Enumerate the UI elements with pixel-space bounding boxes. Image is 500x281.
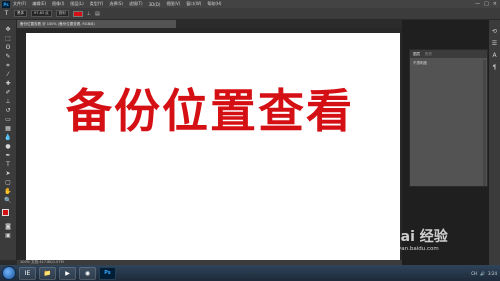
healing-tool-icon[interactable]: ✚ bbox=[3, 80, 13, 87]
type-tool-icon[interactable]: T bbox=[3, 10, 10, 17]
close-icon[interactable]: × bbox=[493, 1, 497, 7]
taskbar-photoshop[interactable]: Ps bbox=[99, 266, 116, 280]
toolbox: ✥ ⬚ ʘ ✎ ⌗ ⁄ ✚ ✐ ⊥ ↺ ▭ ▦ 💧 ● ✒ T ➤ ▢ ✋ 🔍 … bbox=[0, 20, 17, 260]
clock[interactable]: 3:24 bbox=[488, 271, 497, 276]
menu-layer[interactable]: 图层(L) bbox=[70, 1, 83, 7]
maximize-icon[interactable]: □ bbox=[484, 1, 489, 7]
options-bar: T 黑体 97.83 点 锐利 ⊥ ▤ bbox=[0, 8, 500, 20]
photoshop-logo: Ps bbox=[2, 0, 10, 8]
menu-edit[interactable]: 编辑(E) bbox=[32, 1, 46, 7]
tab-history[interactable]: 历史 bbox=[425, 52, 432, 57]
font-size-select[interactable]: 97.83 点 bbox=[31, 10, 52, 17]
taskbar: IE 📁 ▶ ◉ Ps CH 🔊 3:24 bbox=[0, 265, 500, 281]
brush-tool-icon[interactable]: ✐ bbox=[3, 89, 13, 96]
panel-tabs: 图层 历史 bbox=[410, 50, 487, 58]
input-language[interactable]: CH bbox=[471, 271, 477, 276]
screen-mode-icon[interactable]: ▣ bbox=[3, 232, 13, 239]
history-panel-icon[interactable]: ⟲ bbox=[491, 28, 498, 35]
font-family-select[interactable]: 黑体 bbox=[14, 10, 27, 17]
menu-window[interactable]: 窗口(W) bbox=[186, 1, 201, 7]
properties-panel-icon[interactable]: ☰ bbox=[491, 40, 498, 47]
document-tab[interactable]: 备份位置查看 @ 100% (备份位置查看, RGB/8) bbox=[17, 20, 177, 28]
zoom-level[interactable]: 100% bbox=[20, 260, 30, 264]
gradient-tool-icon[interactable]: ▦ bbox=[3, 125, 13, 132]
document-info: 文档:417.8K/1.07M bbox=[31, 260, 64, 264]
foreground-color[interactable] bbox=[2, 209, 9, 216]
menu-type[interactable]: 类型(Y) bbox=[90, 1, 104, 7]
right-panel-area: 图层 历史 不透明度 ⟲ ☰ A ¶ bbox=[402, 20, 500, 265]
menu-select[interactable]: 选择(S) bbox=[109, 1, 123, 7]
photoshop-window: Ps 文件(F) 编辑(E) 图像(I) 图层(L) 类型(Y) 选择(S) 滤… bbox=[0, 0, 500, 281]
path-select-tool-icon[interactable]: ➤ bbox=[3, 170, 13, 177]
window-controls: — □ × bbox=[475, 1, 500, 7]
layers-panel: 图层 历史 不透明度 bbox=[409, 49, 488, 187]
pen-tool-icon[interactable]: ✒ bbox=[3, 152, 13, 159]
stamp-tool-icon[interactable]: ⊥ bbox=[3, 98, 13, 105]
menu-image[interactable]: 图像(I) bbox=[52, 1, 64, 7]
dodge-tool-icon[interactable]: ● bbox=[3, 143, 13, 150]
volume-icon[interactable]: 🔊 bbox=[480, 271, 485, 276]
menu-file[interactable]: 文件(F) bbox=[13, 1, 26, 7]
menu-filter[interactable]: 滤镜(T) bbox=[129, 1, 143, 7]
system-tray: CH 🔊 3:24 bbox=[471, 271, 500, 276]
panel-icon-strip: ⟲ ☰ A ¶ bbox=[489, 20, 500, 265]
warp-text-icon[interactable]: ⊥ bbox=[87, 11, 91, 17]
type-tool-sidebar-icon[interactable]: T bbox=[3, 161, 13, 168]
quick-select-tool-icon[interactable]: ✎ bbox=[3, 53, 13, 60]
text-color-swatch[interactable] bbox=[72, 10, 83, 17]
panel-body: 不透明度 bbox=[413, 61, 427, 65]
taskbar-chrome[interactable]: ◉ bbox=[79, 266, 96, 280]
character-panel-side-icon[interactable]: A bbox=[491, 52, 498, 59]
zoom-tool-icon[interactable]: 🔍 bbox=[3, 197, 13, 204]
lasso-tool-icon[interactable]: ʘ bbox=[3, 44, 13, 51]
paragraph-panel-icon[interactable]: ¶ bbox=[491, 64, 498, 71]
history-brush-tool-icon[interactable]: ↺ bbox=[3, 107, 13, 114]
menu-view[interactable]: 视图(V) bbox=[166, 1, 180, 7]
marquee-tool-icon[interactable]: ⬚ bbox=[3, 35, 13, 42]
taskbar-media[interactable]: ▶ bbox=[59, 266, 76, 280]
character-panel-icon[interactable]: ▤ bbox=[95, 11, 100, 17]
crop-tool-icon[interactable]: ⌗ bbox=[3, 62, 13, 69]
hand-tool-icon[interactable]: ✋ bbox=[3, 188, 13, 195]
antialias-select[interactable]: 锐利 bbox=[55, 10, 69, 17]
panel-scrollbar[interactable] bbox=[483, 60, 486, 186]
eyedropper-tool-icon[interactable]: ⁄ bbox=[3, 71, 13, 78]
color-swatches[interactable] bbox=[2, 209, 14, 221]
menu-3d[interactable]: 3D(D) bbox=[149, 2, 161, 7]
start-button[interactable] bbox=[2, 266, 16, 280]
move-tool-icon[interactable]: ✥ bbox=[3, 26, 13, 33]
menu-bar: Ps 文件(F) 编辑(E) 图像(I) 图层(L) 类型(Y) 选择(S) 滤… bbox=[0, 0, 500, 8]
taskbar-explorer[interactable]: 📁 bbox=[39, 266, 56, 280]
document-canvas[interactable]: 备份位置查看 bbox=[26, 33, 400, 260]
shape-tool-icon[interactable]: ▢ bbox=[3, 179, 13, 186]
taskbar-ie[interactable]: IE bbox=[19, 266, 36, 280]
blur-tool-icon[interactable]: 💧 bbox=[3, 134, 13, 141]
canvas-headline-text: 备份位置查看 bbox=[66, 84, 354, 138]
tab-layers[interactable]: 图层 bbox=[413, 52, 420, 57]
workspace: 备份位置查看 bbox=[17, 28, 402, 260]
menu-help[interactable]: 帮助(H) bbox=[207, 1, 221, 7]
minimize-icon[interactable]: — bbox=[475, 1, 480, 7]
eraser-tool-icon[interactable]: ▭ bbox=[3, 116, 13, 123]
quick-mask-icon[interactable]: ◙ bbox=[3, 223, 13, 230]
